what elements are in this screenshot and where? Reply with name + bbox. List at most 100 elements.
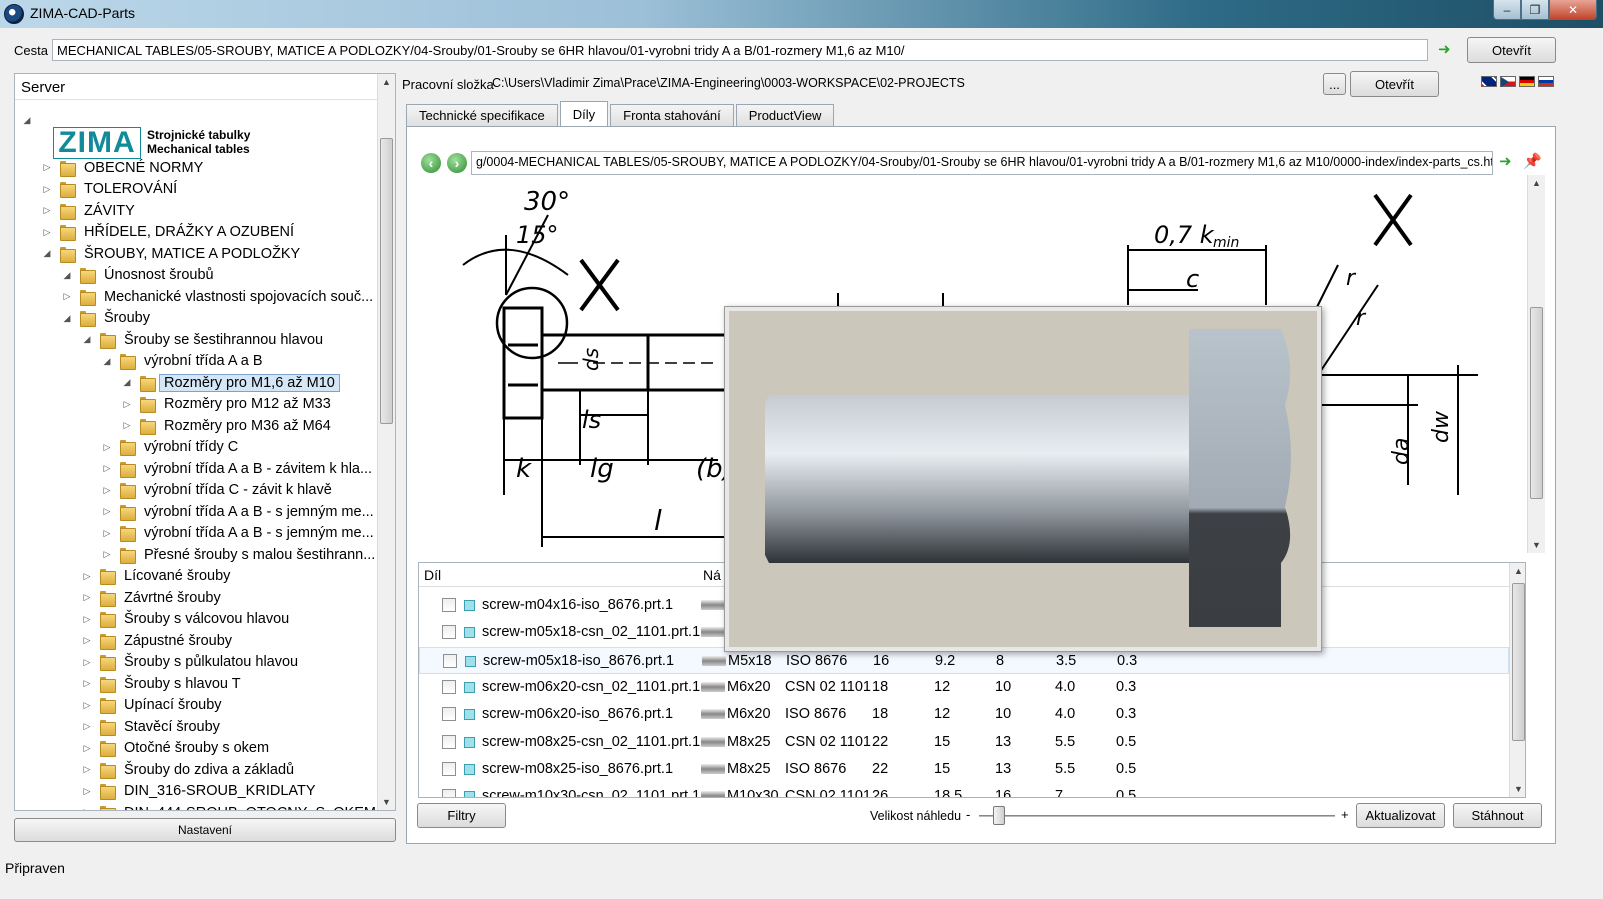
expand-closed-icon[interactable]: ▷: [81, 635, 93, 646]
col-header-part[interactable]: Díl: [424, 567, 441, 583]
row-checkbox[interactable]: [442, 679, 456, 694]
tree-item[interactable]: ◢ Šrouby: [61, 308, 155, 329]
expand-closed-icon[interactable]: ▷: [101, 463, 113, 474]
scroll-up-icon[interactable]: ▲: [1510, 563, 1525, 579]
expand-open-icon[interactable]: ◢: [21, 115, 33, 126]
expand-closed-icon[interactable]: ▷: [101, 442, 113, 453]
tree-item[interactable]: ▷ ZÁVITY: [41, 200, 140, 221]
col-header-name[interactable]: Ná: [703, 567, 721, 583]
tree-item[interactable]: ▷ DIN_444-SROUB_OTOCNY_S_OKEM: [81, 802, 377, 810]
expand-closed-icon[interactable]: ▷: [101, 528, 113, 539]
scroll-down-icon[interactable]: ▼: [1528, 537, 1545, 553]
row-checkbox[interactable]: [442, 789, 456, 797]
expand-closed-icon[interactable]: ▷: [81, 764, 93, 775]
expand-closed-icon[interactable]: ▷: [81, 807, 93, 810]
tree-root[interactable]: ◢: [21, 110, 33, 131]
url-input[interactable]: g/0004-MECHANICAL TABLES/05-SROUBY, MATI…: [471, 151, 1493, 175]
tree-item[interactable]: ▷ Upínací šrouby: [81, 695, 227, 716]
tab-2[interactable]: Fronta stahování: [610, 104, 734, 126]
tree-item[interactable]: ▷ Šrouby s půlkulatou hlavou: [81, 652, 303, 673]
expand-closed-icon[interactable]: ▷: [81, 592, 93, 603]
expand-closed-icon[interactable]: ▷: [81, 571, 93, 582]
row-checkbox[interactable]: [442, 598, 456, 612]
expand-closed-icon[interactable]: ▷: [41, 227, 53, 238]
expand-closed-icon[interactable]: ▷: [101, 506, 113, 517]
expand-open-icon[interactable]: ◢: [101, 356, 113, 367]
tree-item[interactable]: ▷ Šrouby s válcovou hlavou: [81, 609, 294, 630]
table-row[interactable]: screw-m06x20-iso_8676.prt.1 M6x20 ISO 8676…: [419, 701, 1509, 728]
scroll-down-icon[interactable]: ▼: [378, 794, 395, 810]
expand-closed-icon[interactable]: ▷: [61, 291, 73, 302]
grid-scroll-thumb[interactable]: [1512, 583, 1525, 741]
expand-open-icon[interactable]: ◢: [41, 248, 53, 259]
row-checkbox[interactable]: [442, 707, 456, 722]
expand-open-icon[interactable]: ◢: [121, 377, 133, 388]
tree-item[interactable]: ▷ Rozměry pro M36 až M64: [121, 415, 336, 436]
expand-closed-icon[interactable]: ▷: [41, 162, 53, 173]
expand-closed-icon[interactable]: ▷: [81, 700, 93, 711]
preview-size-slider-thumb[interactable]: [993, 806, 1005, 825]
tree-item[interactable]: ◢ Únosnost šroubů: [61, 265, 219, 286]
row-checkbox[interactable]: [443, 653, 457, 668]
forward-icon[interactable]: ›: [447, 153, 467, 173]
scroll-up-icon[interactable]: ▲: [1528, 175, 1545, 191]
tree-item[interactable]: ▷ Otočné šrouby s okem: [81, 738, 274, 759]
tree-item[interactable]: ▷ Rozměry pro M12 až M33: [121, 394, 336, 415]
drawing-scroll-thumb[interactable]: [1530, 307, 1543, 499]
tree-item[interactable]: ▷ TOLEROVÁNÍ: [41, 179, 182, 200]
close-button[interactable]: ✕: [1549, 0, 1597, 20]
tree-item[interactable]: ▷ výrobní třídy C: [101, 437, 243, 458]
tree-item[interactable]: ▷ výrobní třída A a B - s jemným me...: [101, 523, 377, 544]
scroll-down-icon[interactable]: ▼: [1510, 781, 1525, 797]
tree-item[interactable]: ▷ výrobní třída C - závit k hlavě: [101, 480, 337, 501]
expand-open-icon[interactable]: ◢: [81, 334, 93, 345]
expand-closed-icon[interactable]: ▷: [81, 678, 93, 689]
tree-item[interactable]: ▷ OBECNÉ NORMY: [41, 157, 208, 178]
path-input[interactable]: MECHANICAL TABLES/05-SROUBY, MATICE A PO…: [52, 39, 1428, 61]
tree-item[interactable]: ▷ Šrouby s hlavou T: [81, 673, 246, 694]
update-button[interactable]: Aktualizovat: [1356, 803, 1445, 828]
tree-item[interactable]: ◢ Šrouby se šestihrannou hlavou: [81, 329, 328, 350]
expand-closed-icon[interactable]: ▷: [41, 205, 53, 216]
path-open-button[interactable]: Otevřít: [1467, 37, 1556, 63]
tree-item[interactable]: ▷ Lícované šrouby: [81, 566, 235, 587]
expand-closed-icon[interactable]: ▷: [81, 721, 93, 732]
filters-button[interactable]: Filtry: [417, 803, 506, 828]
tab-0[interactable]: Technické specifikace: [406, 104, 558, 126]
row-checkbox[interactable]: [442, 734, 456, 749]
tree-item[interactable]: ▷ DIN_316-SROUB_KRIDLATY: [81, 781, 321, 802]
drawing-scrollbar[interactable]: ▲ ▼: [1527, 175, 1545, 553]
tree-item[interactable]: ▷ Mechanické vlastnosti spojovacích souč.…: [61, 286, 377, 307]
tree-item[interactable]: ▷ HŘÍDELE, DRÁŽKY A OZUBENÍ: [41, 222, 299, 243]
go-arrow-icon[interactable]: ➜: [1438, 42, 1452, 57]
expand-closed-icon[interactable]: ▷: [121, 420, 133, 431]
table-row[interactable]: screw-m06x20-csn_02_1101.prt.1 M6x20 CSN 0…: [419, 674, 1509, 701]
expand-closed-icon[interactable]: ▷: [81, 786, 93, 797]
scroll-up-icon[interactable]: ▲: [378, 74, 395, 90]
grid-scrollbar[interactable]: ▲ ▼: [1509, 563, 1525, 797]
expand-closed-icon[interactable]: ▷: [81, 743, 93, 754]
expand-open-icon[interactable]: ◢: [61, 313, 73, 324]
table-row[interactable]: screw-m08x25-iso_8676.prt.1 M8x25 ISO 8676…: [419, 756, 1509, 783]
table-row[interactable]: screw-m08x25-csn_02_1101.prt.1 M8x25 CSN 0…: [419, 729, 1509, 756]
table-row[interactable]: screw-m10x30-csn_02_1101.prt.1 M10x30 CSN …: [419, 783, 1509, 797]
tree-item[interactable]: ▷ Zápustné šrouby: [81, 630, 237, 651]
tab-3[interactable]: ProductView: [735, 104, 835, 126]
row-checkbox[interactable]: [442, 625, 456, 640]
back-icon[interactable]: ‹: [421, 153, 441, 173]
tree-item[interactable]: ▷ Šrouby do zdiva a základů: [81, 759, 299, 780]
tree-item[interactable]: ▷ výrobní třída A a B - závitem k hla...: [101, 458, 377, 479]
expand-closed-icon[interactable]: ▷: [41, 184, 53, 195]
tree-scrollbar[interactable]: ▲ ▼: [377, 74, 395, 810]
expand-closed-icon[interactable]: ▷: [101, 549, 113, 560]
maximize-button[interactable]: ❐: [1521, 0, 1549, 20]
expand-closed-icon[interactable]: ▷: [81, 614, 93, 625]
download-button[interactable]: Stáhnout: [1453, 803, 1542, 828]
tab-1[interactable]: Díly: [559, 101, 609, 126]
url-go-icon[interactable]: ➜: [1499, 154, 1513, 169]
expand-open-icon[interactable]: ◢: [61, 270, 73, 281]
tree-item[interactable]: ▷ Přesné šrouby s malou šestihrann...: [101, 544, 377, 565]
preview-size-slider-track[interactable]: [979, 815, 1335, 817]
minimize-button[interactable]: –: [1493, 0, 1521, 20]
tree-item[interactable]: ◢ Rozměry pro M1,6 až M10: [121, 372, 340, 393]
